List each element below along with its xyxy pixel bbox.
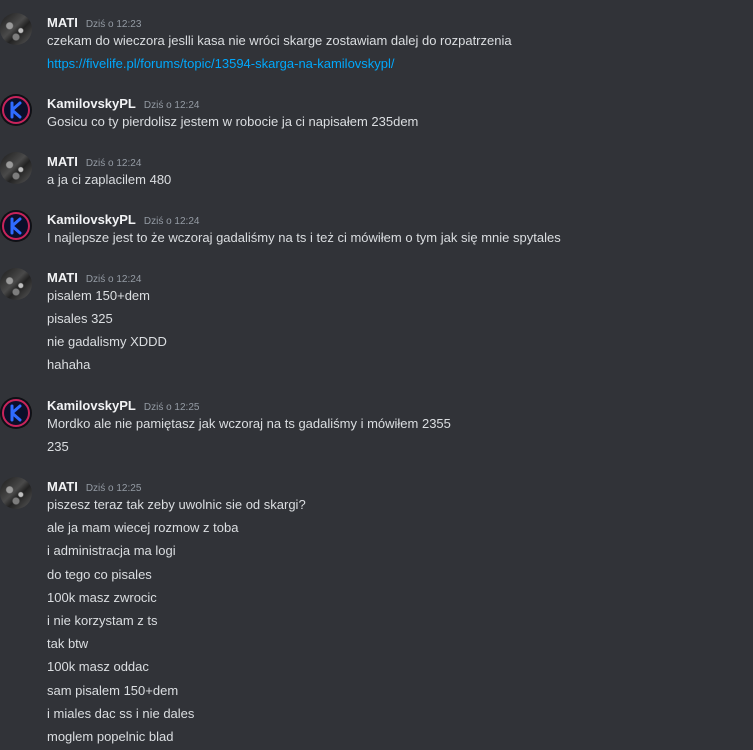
author-name[interactable]: KamilovskyPL (47, 398, 136, 413)
message-text: a ja ci zaplacilem 480 (47, 172, 172, 187)
mati-avatar[interactable] (0, 13, 32, 45)
message-text: Mordko ale nie pamiętasz jak wczoraj na … (47, 416, 451, 431)
message-text: piszesz teraz tak zeby uwolnic sie od sk… (47, 497, 306, 512)
author-name[interactable]: MATI (47, 479, 78, 494)
mati-avatar[interactable] (0, 152, 32, 184)
author-name[interactable]: MATI (47, 154, 78, 169)
timestamp: Dziś o 12:24 (85, 274, 142, 285)
message-text: i miales dac ss i nie dales (47, 706, 195, 721)
message-text: nie gadalismy XDDD (47, 334, 167, 349)
message-header: MATI Dziś o 12:24 (47, 153, 141, 171)
timestamp: Dziś o 12:24 (85, 158, 142, 169)
message-text: pisalem 150+dem (47, 288, 150, 303)
message-header: MATI Dziś o 12:25 (47, 478, 141, 496)
message-text: i administracja ma logi (47, 543, 176, 558)
message-text: sam pisalem 150+dem (47, 683, 179, 698)
mati-avatar[interactable] (0, 268, 32, 300)
message-text: 235 (47, 439, 69, 454)
timestamp: Dziś o 12:24 (143, 100, 200, 111)
message-text: i nie korzystam z ts (47, 613, 158, 628)
message-header: KamilovskyPL Dziś o 12:24 (47, 211, 199, 229)
kamilovsky-avatar[interactable] (0, 210, 32, 242)
message-text: hahaha (47, 357, 91, 372)
message-text: 100k masz oddac (47, 659, 149, 674)
message-link[interactable]: https://fivelife.pl/forums/topic/13594-s… (47, 56, 395, 71)
message-header: MATI Dziś o 12:24 (47, 269, 141, 287)
author-name[interactable]: KamilovskyPL (47, 212, 136, 227)
message-text: tak btw (47, 636, 89, 651)
message-text: moglem popelnic blad (47, 729, 174, 744)
timestamp: Dziś o 12:25 (85, 483, 142, 494)
message-text: ale ja mam wiecej rozmow z toba (47, 520, 239, 535)
timestamp: Dziś o 12:25 (143, 402, 200, 413)
timestamp: Dziś o 12:23 (85, 19, 142, 30)
kamilovsky-avatar[interactable] (0, 397, 32, 429)
mati-avatar[interactable] (0, 477, 32, 509)
message-header: MATI Dziś o 12:23 (47, 14, 141, 32)
author-name[interactable]: MATI (47, 15, 78, 30)
author-name[interactable]: MATI (47, 270, 78, 285)
message-text: do tego co pisales (47, 567, 152, 582)
author-name[interactable]: KamilovskyPL (47, 96, 136, 111)
kamilovsky-avatar[interactable] (0, 94, 32, 126)
message-text: Gosicu co ty pierdolisz jestem w robocie… (47, 114, 419, 129)
message-text: czekam do wieczora jeslli kasa nie wróci… (47, 33, 512, 48)
message-text: I najlepsze jest to że wczoraj gadaliśmy… (47, 230, 561, 245)
message-text: 100k masz zwrocic (47, 590, 157, 605)
timestamp: Dziś o 12:24 (143, 216, 200, 227)
message-header: KamilovskyPL Dziś o 12:25 (47, 397, 199, 415)
message-text: pisales 325 (47, 311, 113, 326)
message-header: KamilovskyPL Dziś o 12:24 (47, 95, 199, 113)
